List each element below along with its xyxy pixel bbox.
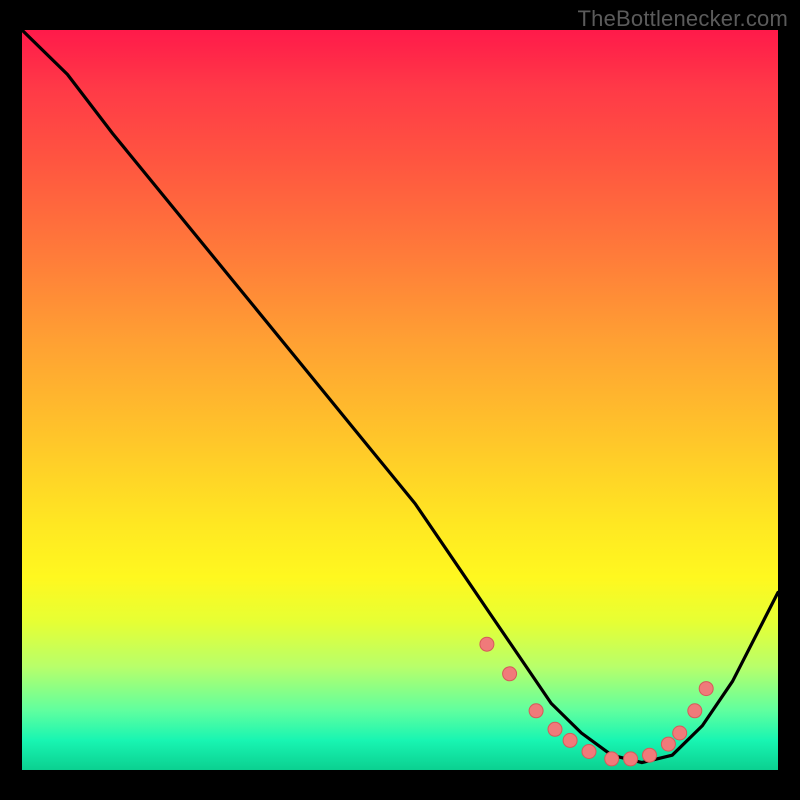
chart-bottom-border	[22, 770, 778, 778]
chart-gradient-background	[22, 30, 778, 770]
watermark-text: TheBottlenecker.com	[578, 6, 788, 32]
